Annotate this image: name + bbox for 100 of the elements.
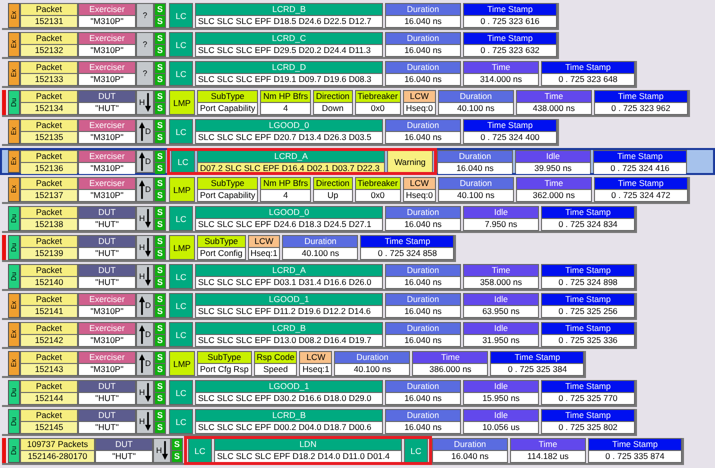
source-label: Exerciser <box>79 62 135 73</box>
field-header: Time Stamp <box>464 120 556 131</box>
source-name: "M310P" <box>79 305 135 317</box>
field-value: SLC SLC SLC EPF D20.7 D13.4 D26.3 D03.5 <box>196 131 382 143</box>
direction-label: ? <box>142 69 148 78</box>
packet-label: Packet <box>21 381 77 392</box>
status-flag: S <box>155 131 165 143</box>
packet-number: 152146-280170 <box>21 450 94 462</box>
field-header: Idle <box>464 410 538 421</box>
lmp-label: LMP <box>169 351 195 376</box>
lc-label: LC <box>169 380 193 405</box>
field-header: Duration <box>386 323 460 334</box>
field-value: 15.950 ns <box>464 392 538 404</box>
source-name: "M310P" <box>79 131 135 143</box>
field-header: Duration <box>386 207 460 218</box>
field-header: Time Stamp <box>588 439 681 450</box>
source-name: "HUT" <box>79 392 135 404</box>
field-value: 40.100 ns <box>438 102 513 114</box>
field-header: Time Stamp <box>542 62 634 73</box>
packet-label: Packet <box>21 178 77 189</box>
field-header: Idle <box>464 294 538 305</box>
field-value: SLC SLC SLC EPF D13.0 D08.2 D16.4 D19.7 <box>196 334 382 346</box>
field-value: SLC SLC SLC EPF D29.5 D20.2 D24.4 D11.3 <box>196 44 382 56</box>
source-name: "HUT" <box>79 421 135 433</box>
status-flag: S <box>155 276 165 288</box>
direction-label: D <box>145 127 151 136</box>
lc-label: LC <box>169 206 193 231</box>
field-header: Time Stamp <box>464 4 556 15</box>
field-value: 40.100 ns <box>283 247 358 259</box>
status-flag: S <box>155 334 165 346</box>
lmp-label: LMP <box>169 90 195 115</box>
field-header: Duration <box>386 62 460 73</box>
field-value: 16.040 ns <box>386 218 460 230</box>
up-arrow-icon <box>139 325 146 344</box>
direction-label: D <box>145 330 151 339</box>
lmp-label: LMP <box>169 235 195 260</box>
field-value: 16.040 ns <box>386 131 460 143</box>
up-arrow-icon <box>139 354 146 373</box>
lc-label: LC <box>188 438 212 463</box>
source-name: "HUT" <box>79 247 135 259</box>
field-value: 16.040 ns <box>386 392 460 404</box>
source-label: DUT <box>96 439 152 450</box>
lc-label: LC <box>169 293 193 318</box>
field-value: 16.040 ns <box>386 421 460 433</box>
field-header: SubType <box>198 91 258 102</box>
status-flag: S <box>155 236 165 247</box>
packet-label: Packet <box>21 33 77 44</box>
field-header: LCRD_A <box>198 151 384 162</box>
up-arrow-icon <box>139 296 146 315</box>
packet-number: 152142 <box>21 334 77 346</box>
direction-label: D <box>145 301 151 310</box>
field-header: LCRD_C <box>196 33 382 44</box>
field-header: Tiebreaker <box>356 91 400 102</box>
field-header: Time Stamp <box>464 33 556 44</box>
field-value: 0 . 725 324 834 <box>542 218 634 230</box>
field-value: Port Capability <box>198 102 258 114</box>
status-flag: S <box>155 151 165 162</box>
status-flag: S <box>155 62 165 73</box>
field-value: 16.040 ns <box>438 162 512 174</box>
status-flag: S <box>155 265 165 276</box>
direction-label: H <box>156 446 162 455</box>
down-arrow-icon <box>144 238 151 257</box>
field-value: 16.040 ns <box>386 73 460 85</box>
source-label: Exerciser <box>79 352 135 363</box>
source-label: Exerciser <box>79 120 135 131</box>
source-label: Exerciser <box>79 4 135 15</box>
status-flag: S <box>155 421 165 433</box>
field-value: SLC SLC SLC EPF D24.6 D18.3 D24.5 D27.1 <box>196 218 382 230</box>
source-name: "M310P" <box>79 189 135 201</box>
field-value: 0 . 725 323 648 <box>542 73 634 85</box>
field-value: 362.000 ns <box>516 189 591 201</box>
status-flag: S <box>155 305 165 317</box>
field-value: Hseq:0 <box>404 102 435 114</box>
field-value: 0 . 725 325 384 <box>491 363 584 375</box>
field-header: Time <box>413 352 488 363</box>
field-header: LGOOD_0 <box>196 207 382 218</box>
field-value: Down <box>314 102 352 114</box>
status-flag: S <box>155 410 165 421</box>
field-value: 0 . 725 325 770 <box>542 392 634 404</box>
field-header: Time Stamp <box>361 236 454 247</box>
source-label: DUT <box>79 236 135 247</box>
packet-label: Packet <box>21 91 77 102</box>
field-value: 40.100 ns <box>335 363 410 375</box>
direction-label: H <box>139 98 145 107</box>
source-name: "M310P" <box>79 363 135 375</box>
field-value: 0 . 725 324 858 <box>361 247 454 259</box>
source-label: Exerciser <box>79 33 135 44</box>
field-value: 0x0 <box>356 102 400 114</box>
field-header: LGOOD_0 <box>196 120 382 131</box>
status-flag: S <box>155 189 165 201</box>
field-value: 31.950 ns <box>464 334 538 346</box>
field-header: Duration <box>386 120 460 131</box>
status-flag: S <box>155 73 165 85</box>
field-header: Time <box>464 62 538 73</box>
status-flag: S <box>155 15 165 27</box>
field-value: 0 . 725 324 898 <box>542 276 634 288</box>
field-value: 10.056 us <box>464 421 538 433</box>
field-value: 0 . 725 323 616 <box>464 15 556 27</box>
field-header: Duration <box>386 381 460 392</box>
packet-number: 152138 <box>21 218 77 230</box>
